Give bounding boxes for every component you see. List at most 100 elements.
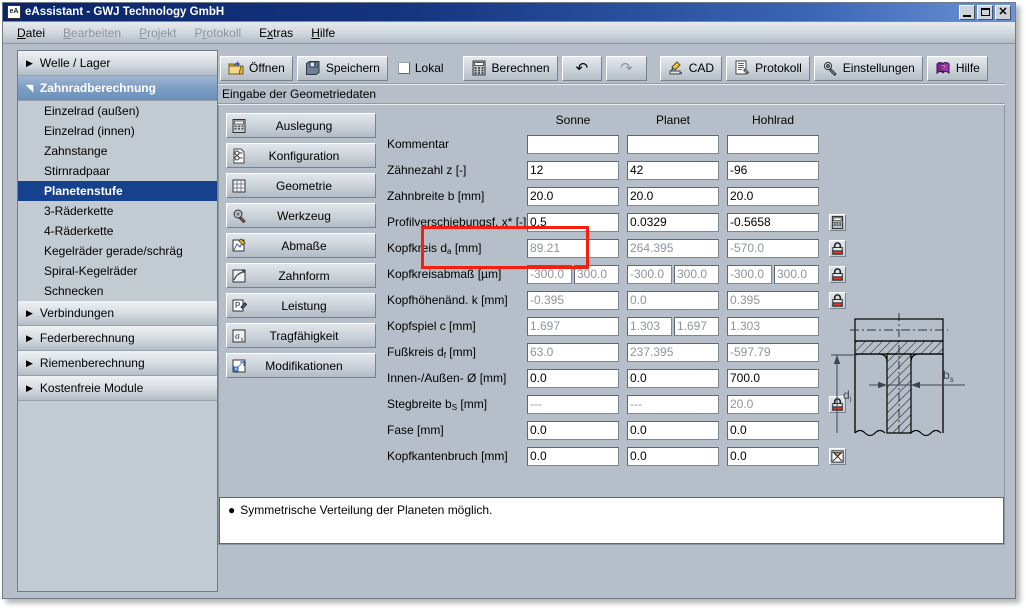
bowtie-icon-button[interactable]	[829, 448, 846, 465]
cell-zahnbreite-sonne: 20.0	[527, 187, 619, 206]
sidebar-item-4-raederkette[interactable]: 4-Räderkette	[18, 221, 217, 241]
close-button[interactable]: ✕	[995, 5, 1011, 20]
nav-button-tragfaehigkeit[interactable]: σx Tragfähigkeit	[226, 323, 376, 348]
sidebar-item-spiral-kegelraeder[interactable]: Spiral-Kegelräder	[18, 261, 217, 281]
menu-item-extras[interactable]: Extras	[259, 26, 293, 40]
nav-button-werkzeug[interactable]: Werkzeug	[226, 203, 376, 228]
cad-button[interactable]: CAD	[660, 56, 722, 81]
input-fase-sonne[interactable]: 0.0	[527, 421, 619, 440]
sidebar-group-label: Verbindungen	[40, 306, 114, 320]
table-row: Kopfkreisabmaß [µm] -300.0 300.0 -300.0 …	[387, 261, 1004, 287]
input-fase-hohlrad[interactable]: 0.0	[727, 421, 819, 440]
menu-item-datei[interactable]: Datei	[17, 26, 45, 40]
cell-kopfkreisabmass-hohlrad: -300.0 300.0	[727, 265, 819, 284]
cell-fase-planet: 0.0	[627, 421, 719, 440]
cell-kopfkantenbruch-planet: 0.0	[627, 447, 719, 466]
save-button[interactable]: Speichern	[297, 56, 388, 81]
nav-button-leistung[interactable]: P Leistung	[226, 293, 376, 318]
sidebar-group-verbindungen[interactable]: Verbindungen	[18, 301, 217, 326]
local-checkbox[interactable]: Lokal	[392, 61, 454, 75]
calculator-icon-button[interactable]	[829, 214, 846, 231]
nav-button-modifikationen[interactable]: Modifikationen	[226, 353, 376, 378]
sidebar-item-schnecken[interactable]: Schnecken	[18, 281, 217, 301]
nav-button-auslegung[interactable]: Auslegung	[226, 113, 376, 138]
nav-button-zahnform[interactable]: Zahnform	[226, 263, 376, 288]
input-innen-aussen-planet[interactable]: 0.0	[627, 369, 719, 388]
nav-button-konfiguration[interactable]: Konfiguration	[226, 143, 376, 168]
undo-button[interactable]: ↶	[562, 56, 603, 81]
sidebar-group-riemenberechnung[interactable]: Riemenberechnung	[18, 351, 217, 376]
column-header-hohlrad: Hohlrad	[727, 113, 819, 127]
menu-item-hilfe[interactable]: Hilfe	[311, 26, 335, 40]
input-kommentar-planet[interactable]	[627, 135, 719, 154]
nav-button-abmasse[interactable]: Abmaße	[226, 233, 376, 258]
open-button[interactable]: Öffnen	[220, 56, 293, 81]
input-zahnbreite-planet[interactable]: 20.0	[627, 187, 719, 206]
cell-kopfkreis-hohlrad: -570.0	[727, 239, 819, 258]
sidebar-item-stirnradpaar[interactable]: Stirnradpaar	[18, 161, 217, 181]
column-header-planet: Planet	[627, 113, 719, 127]
input-kommentar-hohlrad[interactable]	[727, 135, 819, 154]
value-kopfkreisabmass-planet-upper: 300.0	[674, 265, 719, 284]
input-innen-aussen-sonne[interactable]: 0.0	[527, 369, 619, 388]
input-zahnbreite-sonne[interactable]: 20.0	[527, 187, 619, 206]
input-fase-planet[interactable]: 0.0	[627, 421, 719, 440]
value-fusskreis-planet: 237.395	[627, 343, 719, 362]
sidebar-group-federberechnung[interactable]: Federberechnung	[18, 326, 217, 351]
input-kommentar-sonne[interactable]	[527, 135, 619, 154]
menu-item-bearbeiten[interactable]: Bearbeiten	[63, 26, 121, 40]
sidebar-group-kostenfreie-module[interactable]: Kostenfreie Module	[18, 376, 217, 401]
redo-button[interactable]: ↷	[606, 56, 647, 81]
protocol-button[interactable]: Protokoll	[726, 56, 810, 81]
open-button-label: Öffnen	[249, 61, 285, 75]
input-kopfkantenbruch-sonne[interactable]: 0.0	[527, 447, 619, 466]
cell-innen-aussen-planet: 0.0	[627, 369, 719, 388]
sidebar-item-3-raederkette[interactable]: 3-Räderkette	[18, 201, 217, 221]
calculate-button-label: Berechnen	[492, 61, 550, 75]
menu-item-projekt[interactable]: Projekt	[139, 26, 176, 40]
bullet-icon: ●	[228, 503, 235, 517]
sidebar-item-planetenstufe[interactable]: Planetenstufe	[18, 181, 217, 201]
maximize-button[interactable]	[977, 5, 993, 20]
sidebar-group-zahnradberechnung[interactable]: Zahnradberechnung	[18, 76, 217, 101]
input-innen-aussen-hohlrad[interactable]: 700.0	[727, 369, 819, 388]
input-zaehnezahl-planet[interactable]: 42	[627, 161, 719, 180]
input-kopfkantenbruch-planet[interactable]: 0.0	[627, 447, 719, 466]
gear-section-drawing: di bs	[825, 305, 990, 450]
calculate-button[interactable]: Berechnen	[463, 56, 558, 81]
lock-icon-button[interactable]	[829, 240, 846, 257]
nav-button-geometrie[interactable]: Geometrie	[226, 173, 376, 198]
sidebar-group-welle-lager[interactable]: Welle / Lager	[18, 51, 217, 76]
menu-item-protokoll[interactable]: Protokoll	[194, 26, 241, 40]
settings-button[interactable]: Einstellungen	[814, 56, 923, 81]
input-profilverschiebung-planet[interactable]: 0.0329	[627, 213, 719, 232]
status-message-text: Symmetrische Verteilung der Planeten mög…	[240, 503, 492, 517]
input-kopfkantenbruch-hohlrad[interactable]: 0.0	[727, 447, 819, 466]
lock-icon-button[interactable]	[829, 266, 846, 283]
cell-stegbreite-hohlrad: 20.0	[727, 395, 819, 414]
table-row: Kopfkreis da [mm] 89.21 264.395 -570.0	[387, 235, 1004, 261]
help-button[interactable]: ? Hilfe	[927, 56, 988, 81]
body-area: Welle / Lager Zahnradberechnung Einzelra…	[3, 44, 1015, 600]
sidebar-item-einzelrad-aussen[interactable]: Einzelrad (außen)	[18, 101, 217, 121]
input-profilverschiebung-hohlrad[interactable]: -0.5658	[727, 213, 819, 232]
svg-text:di: di	[843, 388, 852, 404]
table-row: Zahnbreite b [mm] 20.0 20.0 20.0	[387, 183, 1004, 209]
sidebar-item-einzelrad-innen[interactable]: Einzelrad (innen)	[18, 121, 217, 141]
cell-kommentar-planet	[627, 135, 719, 154]
minimize-button[interactable]	[959, 5, 975, 20]
sidebar-item-kegelraeder[interactable]: Kegelräder gerade/schräg	[18, 241, 217, 261]
row-label-stegbreite: Stegbreite bS [mm]	[387, 397, 527, 412]
input-zahnbreite-hohlrad[interactable]: 20.0	[727, 187, 819, 206]
row-label-zaehnezahl: Zähnezahl z [-]	[387, 163, 527, 177]
config-icon	[231, 148, 247, 164]
input-profilverschiebung-sonne[interactable]: 0.5	[527, 213, 619, 232]
row-label-kopfkreis: Kopfkreis da [mm]	[387, 241, 527, 256]
input-zaehnezahl-sonne[interactable]: 12	[527, 161, 619, 180]
menu-bar: Datei Bearbeiten Projekt Protokoll Extra…	[3, 22, 1015, 44]
local-checkbox-label: Lokal	[415, 61, 444, 75]
sidebar-item-zahnstange[interactable]: Zahnstange	[18, 141, 217, 161]
chevron-right-icon	[26, 334, 33, 343]
input-zaehnezahl-hohlrad[interactable]: -96	[727, 161, 819, 180]
value-kopfspiel-hohlrad: 1.303	[727, 317, 819, 336]
